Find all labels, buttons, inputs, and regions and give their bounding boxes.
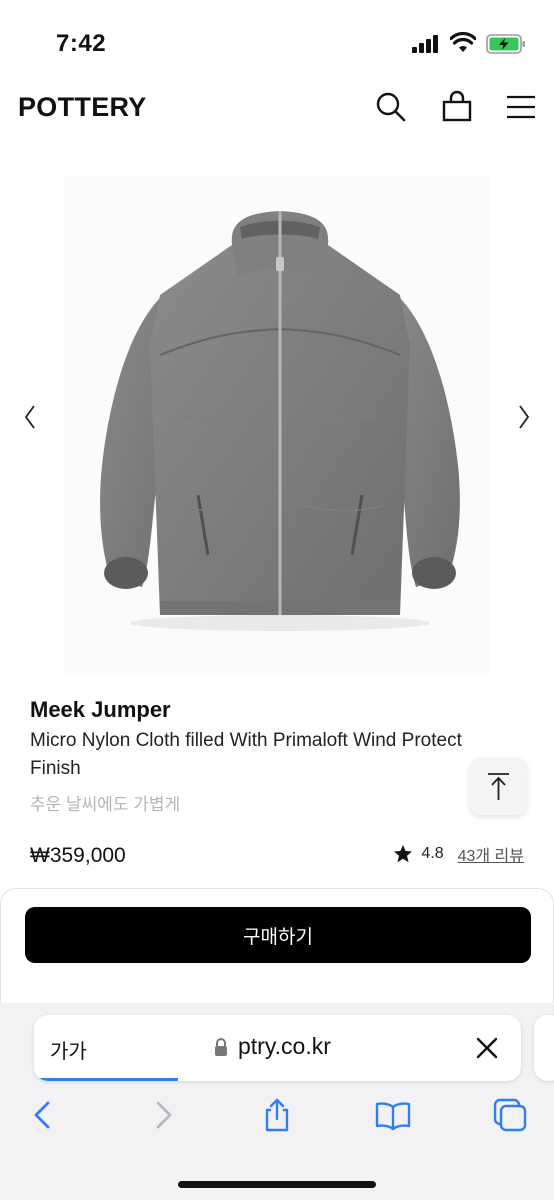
wifi-icon: [450, 32, 476, 52]
product-name: Meek Jumper: [30, 697, 171, 722]
next-image-arrow[interactable]: [516, 403, 536, 433]
star-icon: [394, 845, 413, 863]
lock-icon: [215, 1038, 227, 1056]
shopping-bag-icon[interactable]: [440, 90, 474, 124]
bookmarks-icon[interactable]: [375, 1097, 411, 1133]
product-description: Micro Nylon Cloth filled With Primaloft …: [30, 730, 462, 779]
product-gallery[interactable]: [0, 175, 554, 675]
menu-icon[interactable]: [504, 90, 538, 124]
url-domain[interactable]: ptry.co.kr: [238, 1033, 331, 1060]
reviews-link[interactable]: 43개 리뷰: [458, 842, 524, 866]
share-icon[interactable]: [259, 1097, 295, 1133]
search-icon[interactable]: [374, 90, 408, 124]
forward-arrow-icon[interactable]: [144, 1097, 180, 1133]
arrow-up-to-line-icon: [488, 773, 509, 800]
cellular-signal-icon: [412, 35, 438, 53]
product-rating: 4.8 43개 리뷰: [393, 842, 524, 866]
next-tab-preview[interactable]: [534, 1015, 554, 1081]
close-icon[interactable]: [474, 1035, 500, 1061]
address-bar[interactable]: 가가 ptry.co.kr: [34, 1015, 521, 1081]
back-arrow-icon[interactable]: [26, 1097, 62, 1133]
battery-charging-icon: [486, 34, 525, 54]
product-price: ₩359,000: [30, 844, 126, 867]
text-size-button[interactable]: 가가: [50, 1035, 87, 1064]
site-logo[interactable]: POTTERY: [18, 92, 147, 123]
chevron-left-icon: [24, 405, 35, 429]
product-tagline: 추운 날씨에도 가볍게: [30, 795, 181, 814]
product-image-jacket: [100, 211, 460, 631]
chevron-right-icon: [519, 405, 530, 429]
site-header: POTTERY: [0, 80, 554, 140]
home-indicator[interactable]: [178, 1181, 376, 1188]
scroll-to-top-button[interactable]: [470, 758, 527, 815]
previous-image-arrow[interactable]: [22, 403, 42, 433]
status-bar: 7:42: [0, 0, 554, 80]
browser-toolbar: 가가 ptry.co.kr: [0, 1003, 554, 1200]
rating-value: 4.8: [421, 845, 444, 862]
tabs-icon[interactable]: [492, 1097, 528, 1133]
purchase-panel: 구매하기: [0, 888, 554, 1018]
buy-button[interactable]: 구매하기: [25, 907, 531, 963]
page-load-progress: [38, 1078, 178, 1081]
status-time: 7:42: [56, 30, 107, 57]
